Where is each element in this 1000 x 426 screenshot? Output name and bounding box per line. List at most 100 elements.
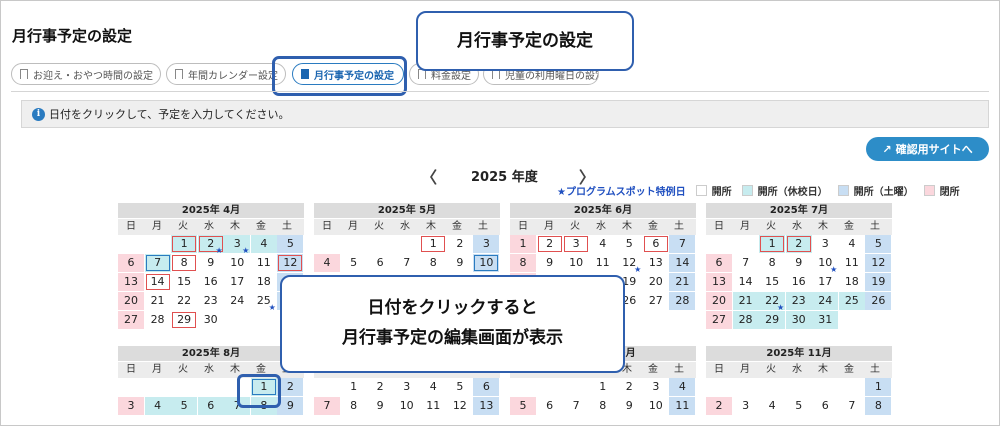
calendar-day[interactable]: 20 bbox=[643, 273, 669, 291]
calendar-day[interactable]: 20 bbox=[118, 292, 144, 310]
calendar-day[interactable]: 1 bbox=[510, 235, 536, 253]
calendar-day[interactable]: 10 bbox=[643, 397, 669, 415]
calendar-day[interactable]: 12 bbox=[447, 397, 473, 415]
calendar-day[interactable]: 2 bbox=[706, 397, 732, 415]
calendar-day[interactable]: 10 bbox=[224, 254, 250, 272]
calendar-day[interactable]: 5 bbox=[341, 254, 367, 272]
calendar-day[interactable]: 2 bbox=[367, 378, 393, 396]
calendar-day[interactable]: 7 bbox=[394, 254, 420, 272]
calendar-day[interactable]: 6 bbox=[473, 378, 500, 396]
calendar-day[interactable]: 8 bbox=[510, 254, 536, 272]
calendar-day[interactable]: 8 bbox=[171, 254, 197, 272]
calendar-day[interactable]: 22 bbox=[171, 292, 197, 310]
calendar-day[interactable]: 11 bbox=[669, 397, 696, 415]
calendar-day[interactable]: 25 ★ bbox=[251, 292, 277, 312]
calendar-day[interactable]: 8 bbox=[759, 254, 785, 272]
calendar-day[interactable]: 24 bbox=[224, 292, 250, 310]
calendar-day[interactable]: 1 bbox=[759, 235, 786, 253]
calendar-day[interactable]: 6 bbox=[812, 397, 838, 415]
calendar-day[interactable]: 1 bbox=[341, 378, 367, 396]
calendar-day[interactable]: 8 bbox=[590, 397, 616, 415]
calendar-day[interactable]: 9 bbox=[786, 254, 812, 272]
calendar-day[interactable]: 27 bbox=[643, 292, 669, 310]
tab-pickup-snack-time[interactable]: お迎え・おやつ時間の設定 bbox=[11, 63, 161, 85]
calendar-day[interactable]: 30 bbox=[785, 311, 812, 329]
calendar-day[interactable]: 6 bbox=[537, 397, 563, 415]
calendar-day[interactable]: 11 bbox=[590, 254, 616, 272]
calendar-day[interactable]: 3 bbox=[643, 378, 669, 396]
calendar-day[interactable]: 10 bbox=[473, 254, 500, 272]
tab-annual-calendar[interactable]: 年間カレンダー設定 bbox=[166, 63, 286, 85]
calendar-day[interactable]: 10 ★ bbox=[812, 254, 838, 274]
calendar-day[interactable]: 5 bbox=[865, 235, 892, 253]
calendar-day[interactable]: 17 bbox=[224, 273, 250, 291]
calendar-day[interactable]: 5 bbox=[510, 397, 536, 415]
calendar-day[interactable]: 4 bbox=[250, 235, 277, 253]
calendar-day[interactable]: 9 bbox=[537, 254, 563, 272]
calendar-day[interactable]: 5 bbox=[277, 235, 304, 253]
calendar-day[interactable]: 15 bbox=[759, 273, 785, 291]
calendar-day[interactable]: 25 bbox=[838, 292, 865, 310]
calendar-day[interactable]: 6 bbox=[367, 254, 393, 272]
calendar-day[interactable]: 7 bbox=[669, 235, 696, 253]
confirm-site-button[interactable]: ↗ 確認用サイトへ bbox=[866, 137, 989, 161]
calendar-day[interactable]: 12 bbox=[865, 254, 892, 272]
calendar-day[interactable]: 18 bbox=[839, 273, 865, 291]
calendar-day[interactable]: 28 bbox=[669, 292, 696, 310]
prev-year-arrow[interactable]: 〈 bbox=[421, 164, 437, 188]
calendar-day[interactable]: 16 bbox=[198, 273, 224, 291]
calendar-day[interactable]: 5 bbox=[786, 397, 812, 415]
calendar-day[interactable]: 7 bbox=[839, 397, 865, 415]
calendar-day[interactable]: 5 bbox=[447, 378, 473, 396]
calendar-day[interactable]: 3 bbox=[473, 235, 500, 253]
calendar-day[interactable]: 13 bbox=[473, 397, 500, 415]
calendar-day[interactable]: 1 bbox=[420, 235, 446, 253]
calendar-day[interactable]: 8 bbox=[341, 397, 367, 415]
calendar-day[interactable]: 4 bbox=[420, 378, 446, 396]
calendar-day[interactable]: 2 bbox=[616, 378, 642, 396]
calendar-day[interactable]: 31 bbox=[812, 311, 839, 329]
calendar-day[interactable]: 1 bbox=[865, 378, 892, 396]
calendar-day[interactable]: 27 bbox=[706, 311, 732, 329]
calendar-day[interactable]: 5 bbox=[616, 235, 642, 253]
calendar-day[interactable]: 11 bbox=[420, 397, 446, 415]
calendar-day[interactable]: 11 bbox=[251, 254, 277, 272]
calendar-day[interactable]: 7 bbox=[733, 254, 759, 272]
calendar-day[interactable]: 14 bbox=[669, 254, 696, 272]
calendar-day[interactable]: 28 bbox=[732, 311, 759, 329]
calendar-day[interactable]: 3 bbox=[118, 397, 144, 415]
calendar-day[interactable]: 12 ★ bbox=[616, 254, 642, 274]
calendar-day[interactable]: 16 bbox=[786, 273, 812, 291]
calendar-day[interactable]: 4 bbox=[590, 235, 616, 253]
calendar-day[interactable]: 18 bbox=[251, 273, 277, 291]
calendar-day[interactable]: 4 bbox=[759, 397, 785, 415]
calendar-day[interactable]: 5 bbox=[171, 397, 198, 415]
calendar-day[interactable]: 3 bbox=[563, 235, 589, 253]
calendar-day[interactable]: 4 bbox=[314, 254, 340, 272]
calendar-day[interactable]: 9 bbox=[367, 397, 393, 415]
calendar-day[interactable]: 1 bbox=[590, 378, 616, 396]
calendar-day[interactable]: 20 bbox=[706, 292, 732, 310]
calendar-day[interactable]: 2 bbox=[447, 235, 473, 253]
calendar-day[interactable]: 14 bbox=[145, 273, 171, 291]
calendar-day[interactable]: 27 bbox=[118, 311, 144, 329]
calendar-day[interactable]: 2 bbox=[785, 235, 812, 253]
calendar-day[interactable]: 8 bbox=[420, 254, 446, 272]
calendar-day[interactable]: 26 bbox=[865, 292, 892, 310]
calendar-day[interactable]: 9 bbox=[616, 397, 642, 415]
calendar-day[interactable]: 7 bbox=[314, 397, 340, 415]
calendar-day[interactable]: 3 bbox=[394, 378, 420, 396]
calendar-day[interactable]: 6 bbox=[706, 254, 732, 272]
calendar-day[interactable]: 14 bbox=[733, 273, 759, 291]
calendar-day[interactable]: 28 bbox=[145, 311, 171, 329]
calendar-day[interactable]: 4 bbox=[669, 378, 696, 396]
calendar-day[interactable]: 3 ★ bbox=[224, 235, 251, 255]
calendar-day[interactable]: 9 bbox=[277, 397, 304, 415]
calendar-day[interactable]: 30 bbox=[198, 311, 224, 329]
calendar-day[interactable]: 3 bbox=[733, 397, 759, 415]
calendar-day[interactable]: 6 bbox=[643, 235, 669, 253]
calendar-day[interactable]: 19 bbox=[865, 273, 892, 291]
calendar-day[interactable]: 10 bbox=[563, 254, 589, 272]
calendar-day[interactable]: 9 bbox=[447, 254, 473, 272]
calendar-day[interactable]: 21 bbox=[145, 292, 171, 310]
